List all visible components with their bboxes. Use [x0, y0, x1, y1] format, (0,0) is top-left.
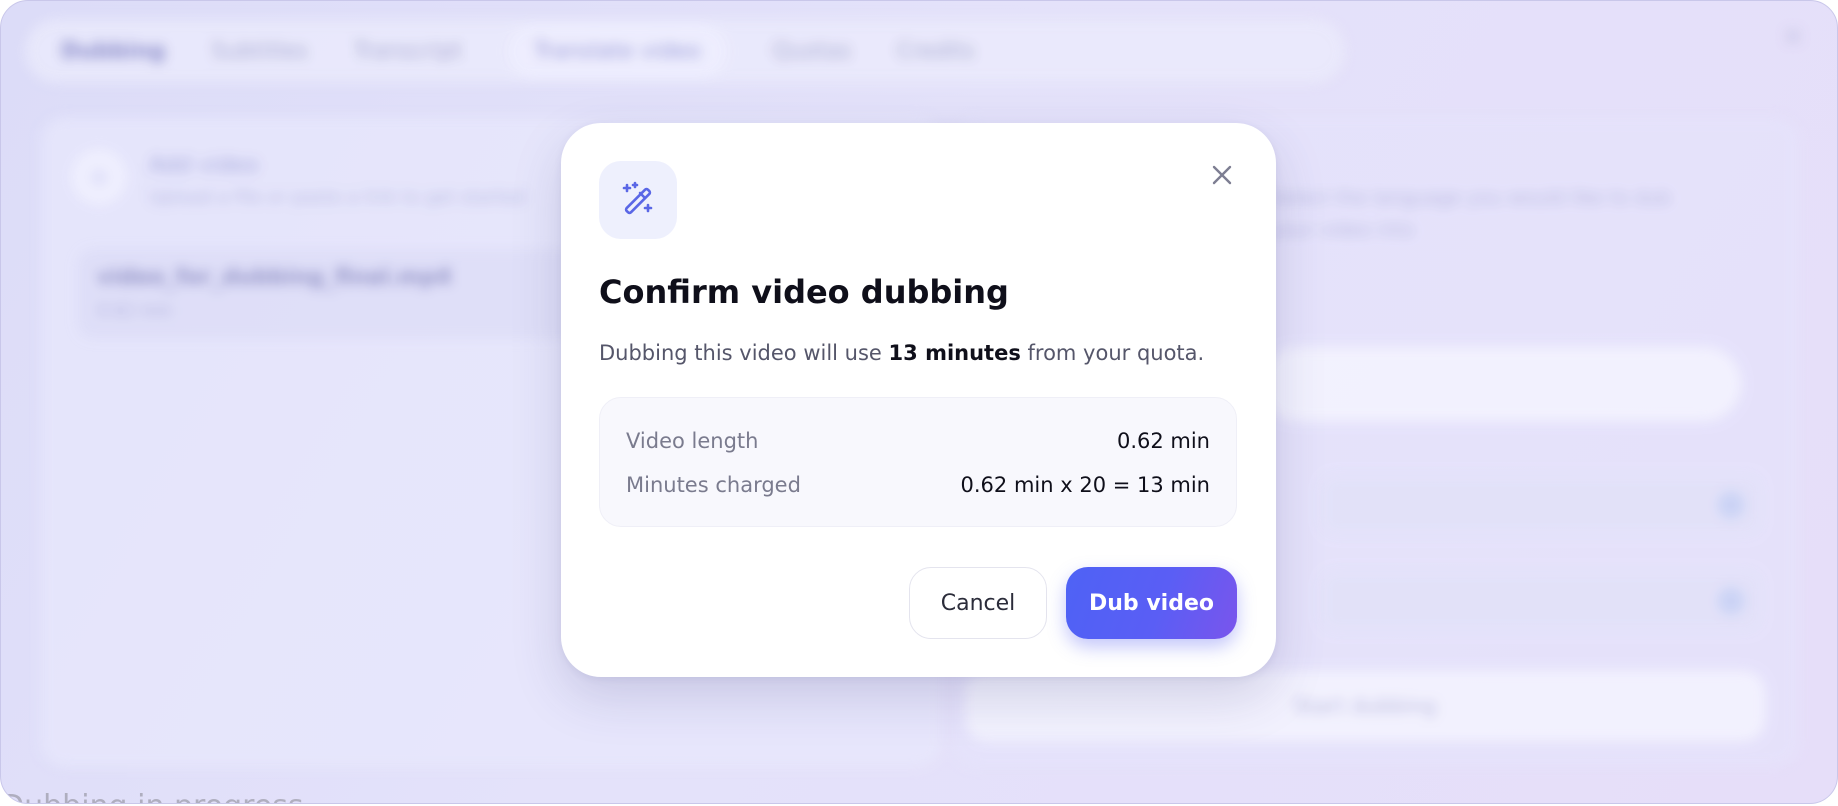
file-name: video_for_dubbing_final.mp4: [97, 265, 452, 290]
modal-title: Confirm video dubbing: [599, 273, 1009, 311]
close-button[interactable]: [1204, 157, 1240, 193]
nav-tab-quotas: Quotas: [772, 38, 851, 64]
description-suffix: from your quota.: [1020, 341, 1205, 365]
detail-label: Video length: [626, 429, 759, 453]
nav-tab-subtitles: Subtitles: [211, 38, 308, 64]
modal-icon-container: [599, 161, 677, 239]
cancel-button[interactable]: Cancel: [909, 567, 1047, 639]
detail-row-video-length: Video length 0.62 min: [626, 426, 1210, 456]
top-navbar: Dubbing Subtitles Transcript Translate v…: [25, 19, 1345, 83]
nav-tab-credits: Credits: [897, 38, 975, 64]
option-row: [1321, 571, 1761, 631]
detail-label: Minutes charged: [626, 473, 801, 497]
description-prefix: Dubbing this video will use: [599, 341, 889, 365]
option-row: [1321, 475, 1761, 535]
window-close-icon: ✕: [1782, 23, 1803, 51]
nav-tab-translate: Translate video: [507, 24, 727, 78]
settings-text-1: Select the language you would like to du…: [1271, 187, 1671, 209]
detail-value: 0.62 min: [1116, 429, 1210, 453]
upload-panel-title: Add video: [149, 153, 259, 178]
confirm-dubbing-modal: Confirm video dubbing Dubbing this video…: [561, 123, 1276, 677]
nav-tab-dubbing: Dubbing: [61, 38, 166, 64]
language-select: [1261, 347, 1741, 421]
magic-wand-icon: [622, 181, 653, 215]
upload-avatar-icon: +: [71, 149, 127, 205]
modal-description: Dubbing this video will use 13 minutes f…: [599, 341, 1204, 365]
dub-video-button[interactable]: Dub video: [1066, 567, 1237, 639]
nav-tab-transcript: Transcript: [353, 38, 462, 64]
charge-details-box: Video length 0.62 min Minutes charged 0.…: [599, 397, 1237, 527]
upload-panel-subtitle: Upload a file or paste a link to get sta…: [149, 187, 526, 208]
file-meta: 0.62 min: [97, 301, 173, 321]
quota-minutes: 13 minutes: [888, 341, 1021, 365]
detail-row-minutes-charged: Minutes charged 0.62 min x 20 = 13 min: [626, 470, 1210, 500]
option-toggle-icon: [1717, 587, 1745, 615]
start-dubbing-button: Start dubbing: [965, 671, 1765, 741]
option-toggle-icon: [1717, 491, 1745, 519]
settings-text-2: your video into: [1271, 219, 1415, 241]
detail-value: 0.62 min x 20 = 13 min: [960, 473, 1210, 497]
bottom-heading: Dubbing in progress: [1, 789, 304, 803]
close-icon: [1212, 165, 1232, 185]
